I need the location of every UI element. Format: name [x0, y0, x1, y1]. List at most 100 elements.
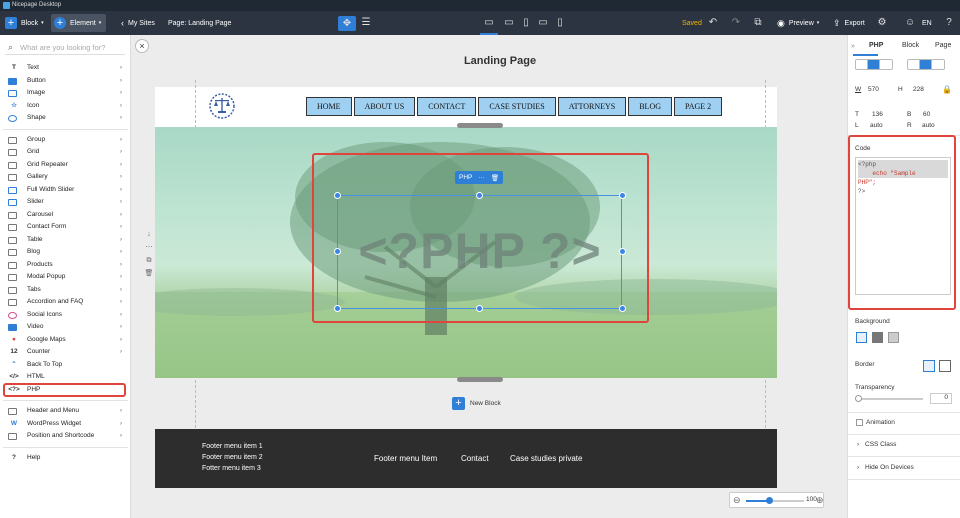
border-none-icon[interactable]: [923, 360, 935, 372]
nav-item[interactable]: PAGE 2: [674, 97, 723, 116]
list-item[interactable]: </> HTML: [0, 371, 131, 384]
list-item[interactable]: Accordion and FAQ ›: [0, 296, 131, 309]
width-value[interactable]: 570: [868, 86, 879, 93]
nav-item[interactable]: ABOUT US: [353, 97, 416, 116]
lock-icon[interactable]: 🔒: [942, 85, 952, 94]
resize-handle-bottom[interactable]: [457, 377, 503, 382]
footer-link[interactable]: Footer menu Item: [374, 454, 437, 463]
border-style-icon[interactable]: [939, 360, 951, 372]
php-element-toolbar[interactable]: PHP ··· 🗑: [455, 171, 504, 184]
laptop-view-icon[interactable]: ▭: [503, 17, 515, 29]
list-item[interactable]: Video ›: [0, 321, 131, 334]
footer-link[interactable]: Case studies private: [510, 454, 582, 463]
copy-icon[interactable]: ⧉: [144, 254, 154, 267]
list-item[interactable]: Shape ›: [0, 112, 131, 125]
tab-page[interactable]: Page: [935, 42, 951, 49]
list-item[interactable]: Carousel ›: [0, 209, 131, 222]
transparency-slider[interactable]: [857, 398, 923, 400]
list-item[interactable]: Modal Popup ›: [0, 271, 131, 284]
list-item[interactable]: Button ›: [0, 75, 131, 88]
select-mode-icon[interactable]: ✥: [338, 16, 356, 31]
list-item[interactable]: Position and Shortcode ›: [0, 430, 131, 443]
footer-block[interactable]: Footer menu item 1 Footer menu item 2 Fo…: [155, 429, 777, 488]
add-page-icon[interactable]: ⧉: [752, 17, 764, 29]
left-value[interactable]: auto: [870, 122, 883, 129]
preview-button[interactable]: ◉ Preview ▾: [777, 14, 819, 32]
align-center-icon[interactable]: [868, 60, 880, 69]
footer-menu-item[interactable]: Footer menu item 2: [202, 454, 263, 461]
align-middle-icon[interactable]: [920, 60, 932, 69]
animation-checkbox[interactable]: [856, 419, 863, 426]
transparency-thumb[interactable]: [855, 395, 862, 402]
list-item[interactable]: ☆ Icon ›: [0, 100, 131, 113]
list-item[interactable]: Image ›: [0, 87, 131, 100]
undo-icon[interactable]: ↶: [707, 17, 719, 29]
right-value[interactable]: auto: [922, 122, 935, 129]
list-item[interactable]: 12 Counter ›: [0, 346, 131, 359]
trash-icon[interactable]: 🗑: [491, 174, 499, 182]
gear-icon[interactable]: ⚙: [876, 17, 888, 29]
list-item[interactable]: Full Width Slider ›: [0, 184, 131, 197]
tab-php[interactable]: PHP: [869, 42, 883, 49]
list-item[interactable]: Grid Repeater ›: [0, 159, 131, 172]
footer-menu-item[interactable]: Fotter menu item 3: [202, 465, 261, 472]
background-color-icon[interactable]: [872, 332, 883, 343]
nav-item[interactable]: HOME: [306, 97, 352, 116]
zoom-slider-thumb[interactable]: [766, 497, 773, 504]
background-image-icon[interactable]: [888, 332, 899, 343]
tab-block[interactable]: Block: [902, 42, 919, 49]
desktop-view-icon[interactable]: ▭: [483, 17, 495, 29]
chevron-right-icon[interactable]: ›: [857, 464, 859, 471]
trash-icon[interactable]: 🗑: [144, 267, 154, 280]
list-item[interactable]: T Text ›: [0, 62, 131, 75]
add-element-button[interactable]: + Element ▾: [51, 14, 107, 32]
hide-on-devices-toggle[interactable]: Hide On Devices: [865, 464, 914, 471]
my-sites-button[interactable]: ‹ My Sites: [121, 14, 155, 32]
list-item[interactable]: Grid ›: [0, 146, 131, 159]
resize-handle-top[interactable]: [457, 123, 503, 128]
list-item[interactable]: Blog ›: [0, 246, 131, 259]
transparency-input[interactable]: 0: [930, 393, 952, 404]
list-item[interactable]: Slider ›: [0, 196, 131, 209]
zoom-out-icon[interactable]: ⊖: [733, 495, 741, 506]
css-class-toggle[interactable]: CSS Class: [865, 441, 896, 448]
list-item[interactable]: Header and Menu ›: [0, 405, 131, 418]
nav-item[interactable]: CONTACT: [417, 97, 477, 116]
list-item[interactable]: Tabs ›: [0, 284, 131, 297]
search-input[interactable]: What are you looking for?: [5, 41, 125, 55]
nav-item[interactable]: CASE STUDIES: [478, 97, 556, 116]
align-left-icon[interactable]: [856, 60, 868, 69]
list-item[interactable]: ⌃ Back To Top: [0, 359, 131, 372]
new-block-button[interactable]: + New Block: [452, 397, 501, 410]
page-selector[interactable]: Page: Landing Page: [168, 14, 231, 32]
language-button[interactable]: EN: [922, 14, 932, 32]
top-value[interactable]: 136: [872, 111, 883, 118]
user-icon[interactable]: ☺: [904, 17, 916, 29]
zoom-in-icon[interactable]: ⊕: [816, 495, 824, 506]
structure-mode-icon[interactable]: ☰: [360, 17, 372, 29]
list-item[interactable]: Gallery ›: [0, 171, 131, 184]
align-top-icon[interactable]: [908, 60, 920, 69]
nav-item[interactable]: BLOG: [628, 97, 672, 116]
more-options-icon[interactable]: ···: [478, 174, 485, 181]
footer-link[interactable]: Contact: [461, 454, 489, 463]
horizontal-align-group[interactable]: [855, 59, 893, 70]
list-item[interactable]: Group ›: [0, 134, 131, 147]
align-bottom-icon[interactable]: [932, 60, 944, 69]
help-item[interactable]: ? Help: [0, 452, 131, 465]
background-none-icon[interactable]: [856, 332, 867, 343]
more-options-icon[interactable]: ⋯: [144, 241, 154, 254]
bottom-value[interactable]: 60: [923, 111, 930, 118]
tablet-view-icon[interactable]: ▯: [520, 17, 532, 29]
phone-landscape-icon[interactable]: ▭: [537, 17, 549, 29]
list-item[interactable]: W WordPress Widget ›: [0, 418, 131, 431]
add-block-button[interactable]: + Block ▾: [5, 14, 44, 32]
phone-view-icon[interactable]: ▯: [554, 17, 566, 29]
close-icon[interactable]: ×: [135, 39, 149, 53]
list-item[interactable]: ● Google Maps ›: [0, 334, 131, 347]
collapse-panel-icon[interactable]: »: [851, 43, 855, 50]
nav-item[interactable]: ATTORNEYS: [557, 97, 627, 116]
export-button[interactable]: ⇪ Export: [833, 14, 865, 32]
align-right-icon[interactable]: [880, 60, 892, 69]
redo-icon[interactable]: ↷: [730, 17, 742, 29]
